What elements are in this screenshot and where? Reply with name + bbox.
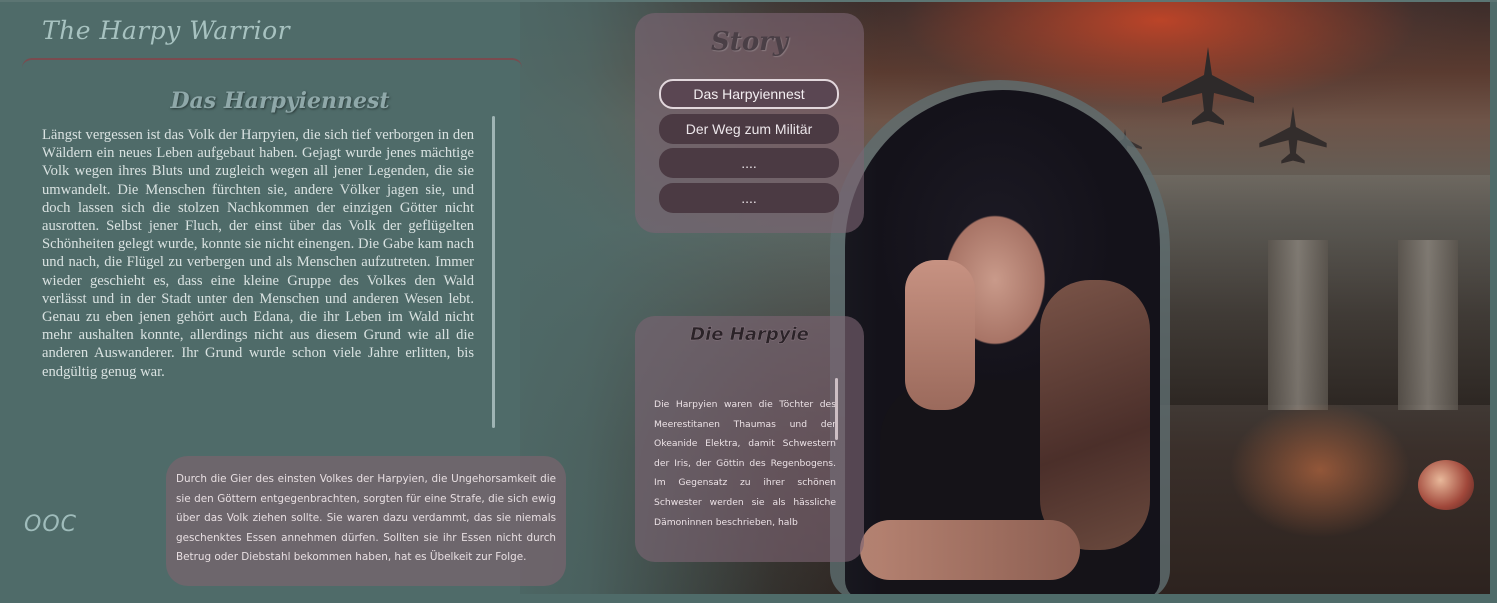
site-title: The Harpy Warrior — [42, 16, 291, 45]
ooc-label: OOC — [24, 512, 77, 537]
article-scroll-area[interactable]: Längst vergessen ist das Volk der Harpyi… — [42, 126, 474, 424]
article-heading: Das Harpyiennest — [170, 88, 390, 114]
page: The Harpy Warrior Das Harpyiennest Längs… — [0, 0, 1497, 603]
story-button-placeholder-2[interactable]: .... — [659, 183, 839, 213]
harpyie-text: Die Harpyien waren die Töchter des Meere… — [654, 399, 836, 528]
bottom-border — [520, 594, 1497, 603]
ooc-box: Durch die Gier des einsten Volkes der Ha… — [166, 456, 566, 586]
story-button-harpyiennest[interactable]: Das Harpyiennest — [659, 79, 839, 109]
harpyie-scroll-area[interactable]: Die Harpyien waren die Töchter des Meere… — [654, 395, 836, 561]
ooc-text: Durch die Gier des einsten Volkes der Ha… — [176, 473, 556, 563]
portrait-hand — [905, 260, 975, 410]
jet-icon — [1162, 47, 1254, 125]
story-button-placeholder-1[interactable]: .... — [659, 148, 839, 178]
article-text: Längst vergessen ist das Volk der Harpyi… — [42, 126, 474, 381]
story-button-weg-zum-militaer[interactable]: Der Weg zum Militär — [659, 114, 839, 144]
glowing-orb — [1418, 460, 1474, 510]
top-border — [0, 0, 1497, 2]
harpyie-panel: Die Harpyie Die Harpyien waren die Töcht… — [635, 316, 864, 562]
title-divider — [22, 58, 522, 68]
story-panel: Story Das Harpyiennest Der Weg zum Milit… — [635, 13, 864, 233]
article-scrollbar[interactable] — [492, 116, 495, 428]
jet-icon — [1259, 106, 1327, 164]
right-border — [1490, 0, 1497, 603]
harpyie-title: Die Harpyie — [690, 324, 809, 345]
portrait-forearm — [860, 520, 1080, 580]
harpyie-scrollbar[interactable] — [835, 378, 838, 440]
tattooed-arm — [1040, 280, 1150, 550]
story-title: Story — [711, 27, 788, 57]
article-paragraph: Längst vergessen ist das Volk der Harpyi… — [42, 127, 474, 380]
fire-glow — [1170, 330, 1470, 580]
